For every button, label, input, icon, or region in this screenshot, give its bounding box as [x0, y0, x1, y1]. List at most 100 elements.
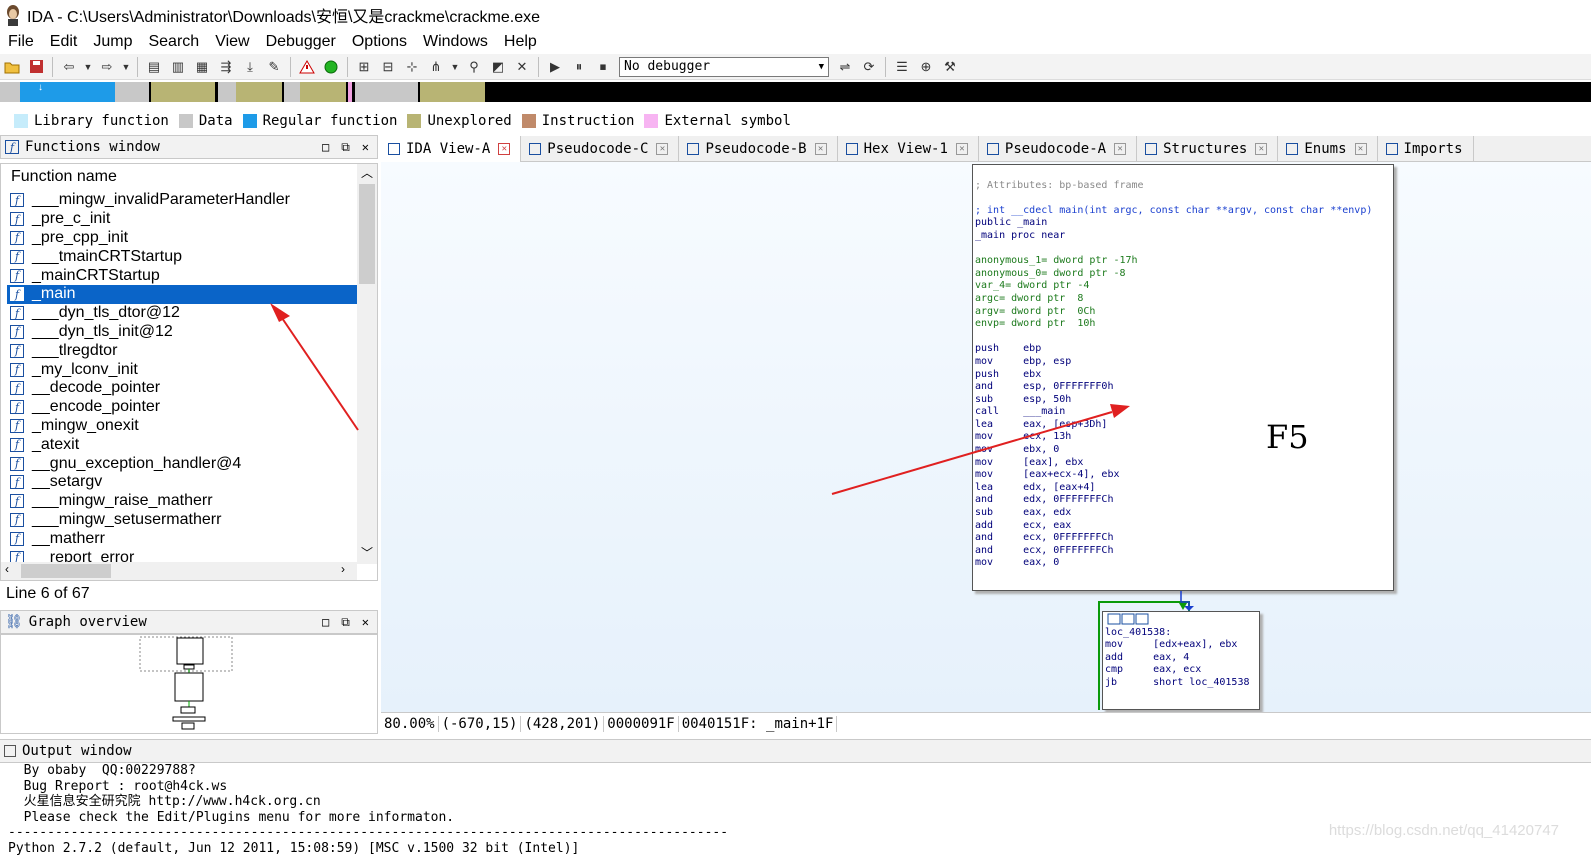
- close-icon[interactable]: ✕: [362, 140, 369, 155]
- chart-icon[interactable]: ◩: [488, 57, 508, 77]
- jump-down-icon[interactable]: ⤓: [240, 57, 260, 77]
- menu-help[interactable]: Help: [496, 33, 545, 51]
- tab-structures[interactable]: Structures ✕: [1137, 136, 1279, 162]
- scroll-right-icon[interactable]: ›: [341, 562, 345, 576]
- horizontal-scrollbar[interactable]: ‹ ›: [1, 562, 357, 580]
- function-list-item[interactable]: f ___dyn_tls_dtor@12: [7, 304, 357, 323]
- graph-icon[interactable]: ⋔: [426, 57, 446, 77]
- immediate-search-icon[interactable]: ▦: [192, 57, 212, 77]
- tab-pseudocode-c[interactable]: Pseudocode-C ✕: [521, 136, 680, 162]
- ida-view-graph[interactable]: ; Attributes: bp-based frame; int __cdec…: [381, 162, 1591, 712]
- function-list-item[interactable]: f _main: [7, 284, 357, 304]
- function-list-item[interactable]: f __decode_pointer: [7, 379, 357, 398]
- maximize-icon[interactable]: □: [322, 140, 329, 155]
- xref-icon[interactable]: ⇶: [216, 57, 236, 77]
- menu-options[interactable]: Options: [344, 33, 415, 51]
- tab-imports[interactable]: Imports: [1378, 136, 1474, 162]
- menu-windows[interactable]: Windows: [415, 33, 496, 51]
- function-list-item[interactable]: f __matherr: [7, 529, 357, 548]
- tab-pseudocode-a[interactable]: Pseudocode-A ✕: [979, 136, 1138, 162]
- function-name: ___mingw_invalidParameterHandler: [32, 191, 290, 209]
- close-icon[interactable]: ✕: [362, 615, 369, 630]
- navigation-band[interactable]: ↓: [0, 82, 1591, 102]
- function-list-item[interactable]: f _pre_cpp_init: [7, 229, 357, 248]
- autoanalysis-indicator-icon[interactable]: [321, 57, 341, 77]
- segments-icon[interactable]: ☰: [892, 57, 912, 77]
- tab-label: Pseudocode-B: [705, 141, 807, 157]
- breakpoint-icon[interactable]: ⊕: [916, 57, 936, 77]
- code-icon[interactable]: ⊞: [354, 57, 374, 77]
- function-list-item[interactable]: f _mingw_onexit: [7, 417, 357, 436]
- tab-close-icon[interactable]: ✕: [656, 143, 669, 155]
- menu-view[interactable]: View: [207, 33, 257, 51]
- menu-file[interactable]: File: [0, 33, 42, 51]
- tab-close-icon[interactable]: ✕: [955, 143, 968, 155]
- graph-overview-canvas[interactable]: [0, 634, 378, 734]
- function-list-item[interactable]: f __gnu_exception_handler@4: [7, 454, 357, 473]
- tab-label: Structures: [1163, 141, 1248, 157]
- tab-hex-view-1[interactable]: Hex View-1 ✕: [838, 136, 979, 162]
- close-tool-icon[interactable]: ✕: [512, 57, 532, 77]
- chevron-down-icon: ▼: [818, 61, 824, 72]
- attach-icon[interactable]: ⇌: [835, 57, 855, 77]
- function-list-item[interactable]: f __encode_pointer: [7, 398, 357, 417]
- function-list-item[interactable]: f _atexit: [7, 435, 357, 454]
- mark-icon[interactable]: ✎: [264, 57, 284, 77]
- graph-dropdown-icon[interactable]: ▼: [450, 57, 460, 77]
- tab-enums[interactable]: Enums ✕: [1278, 136, 1378, 162]
- refresh-icon[interactable]: ⟳: [859, 57, 879, 77]
- back-dropdown-icon[interactable]: ▼: [83, 57, 93, 77]
- function-list-item[interactable]: f ___mingw_setusermatherr: [7, 511, 357, 530]
- forward-icon[interactable]: ⇨: [97, 57, 117, 77]
- maximize-icon[interactable]: □: [322, 615, 329, 630]
- open-icon[interactable]: [2, 57, 22, 77]
- menu-search[interactable]: Search: [140, 33, 207, 51]
- function-list-item[interactable]: f _my_lconv_init: [7, 360, 357, 379]
- binary-search-icon[interactable]: ▤: [144, 57, 164, 77]
- text-search-icon[interactable]: ▥: [168, 57, 188, 77]
- function-list-item[interactable]: f ___mingw_raise_matherr: [7, 492, 357, 511]
- tab-close-icon[interactable]: ✕: [1114, 143, 1127, 155]
- debugger-select[interactable]: No debugger ▼: [619, 56, 829, 77]
- scroll-up-icon[interactable]: ︿: [361, 164, 373, 181]
- menu-edit[interactable]: Edit: [42, 33, 86, 51]
- menu-jump[interactable]: Jump: [85, 33, 140, 51]
- legend-swatch: [521, 114, 536, 128]
- function-list-item[interactable]: f _mainCRTStartup: [7, 266, 357, 285]
- scroll-down-icon[interactable]: ﹀: [361, 544, 373, 561]
- float-icon[interactable]: ⧉: [341, 140, 350, 155]
- tab-close-icon[interactable]: ✕: [498, 143, 511, 155]
- function-list-item[interactable]: f _pre_c_init: [7, 210, 357, 229]
- menu-debugger[interactable]: Debugger: [258, 33, 344, 51]
- scrollbar-thumb[interactable]: [359, 184, 375, 284]
- stop-icon[interactable]: ⏹: [593, 57, 613, 77]
- vertical-scrollbar[interactable]: ︿ ﹀: [357, 164, 377, 564]
- function-list-item[interactable]: f ___tmainCRTStartup: [7, 247, 357, 266]
- tab-close-icon[interactable]: ✕: [814, 143, 827, 155]
- nav-segment: [355, 82, 418, 102]
- tab-close-icon[interactable]: ✕: [1354, 143, 1367, 155]
- data-icon[interactable]: ⊟: [378, 57, 398, 77]
- tab-ida-view-a[interactable]: IDA View-A ✕: [380, 136, 522, 162]
- save-icon[interactable]: [26, 57, 46, 77]
- tools-icon[interactable]: ⚒: [940, 57, 960, 77]
- pause-icon[interactable]: ⏸: [569, 57, 589, 77]
- forward-dropdown-icon[interactable]: ▼: [121, 57, 131, 77]
- run-icon[interactable]: ▶: [545, 57, 565, 77]
- float-icon[interactable]: ⧉: [341, 615, 350, 630]
- function-icon[interactable]: ⊹: [402, 57, 422, 77]
- function-list-item[interactable]: f ___mingw_invalidParameterHandler: [7, 191, 357, 210]
- function-name: _my_lconv_init: [32, 360, 138, 378]
- warning-icon[interactable]: [297, 57, 317, 77]
- pin-icon[interactable]: ⚲: [464, 57, 484, 77]
- column-header-function-name[interactable]: Function name: [11, 168, 117, 186]
- function-list-item[interactable]: f ___dyn_tls_init@12: [7, 323, 357, 342]
- function-list-item[interactable]: f ___tlregdtor: [7, 341, 357, 360]
- function-list-item[interactable]: f __setargv: [7, 473, 357, 492]
- scroll-left-icon[interactable]: ‹: [5, 562, 9, 576]
- tab-close-icon[interactable]: ✕: [1255, 143, 1268, 155]
- scrollbar-thumb[interactable]: [21, 564, 111, 578]
- output-log[interactable]: By obaby QQ:00229788? Bug Rreport : root…: [0, 763, 1591, 862]
- back-icon[interactable]: ⇦: [59, 57, 79, 77]
- tab-pseudocode-b[interactable]: Pseudocode-B ✕: [679, 136, 838, 162]
